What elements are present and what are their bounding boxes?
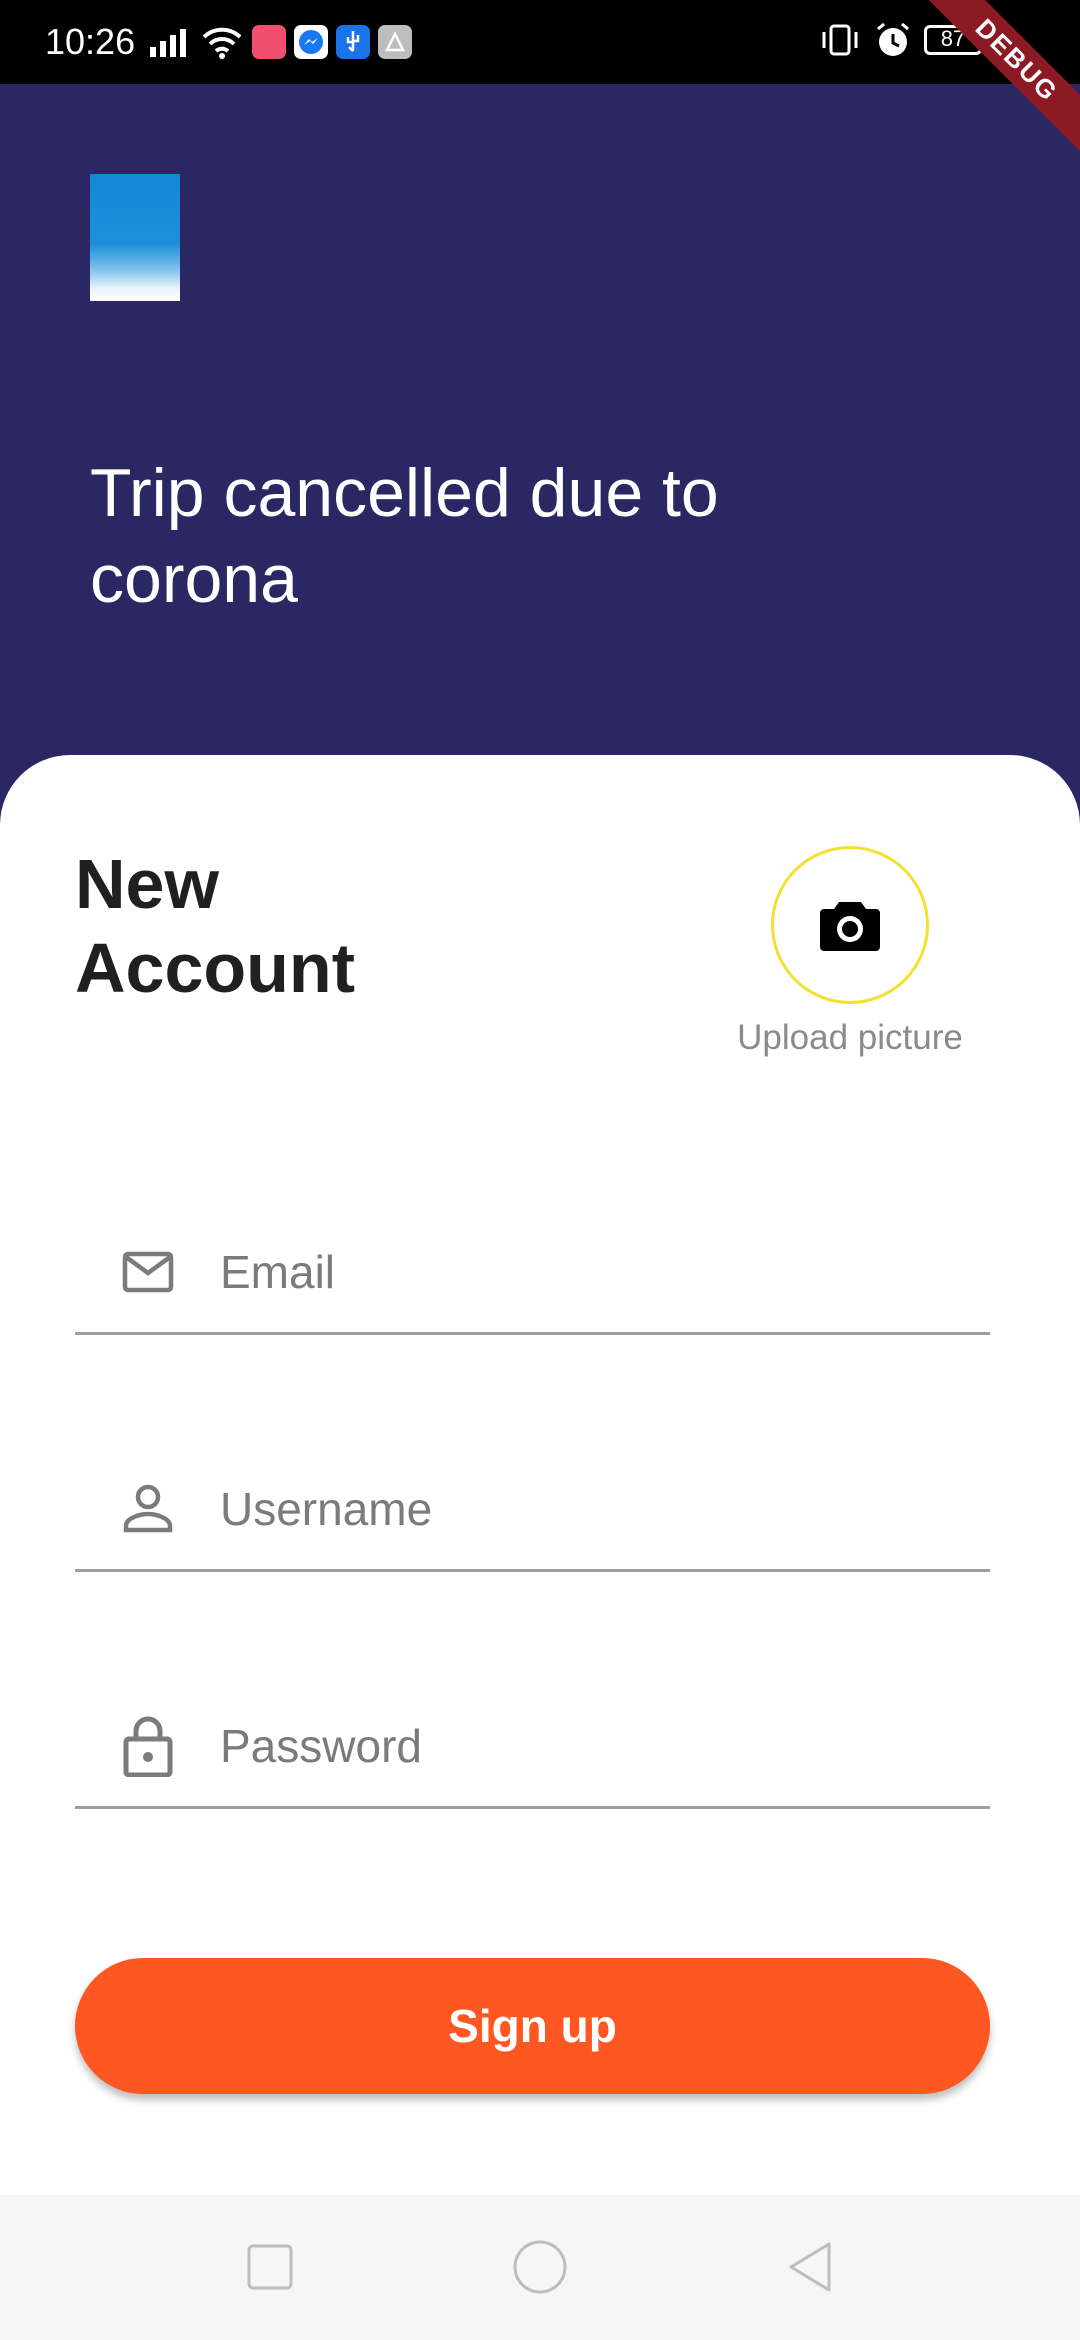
pink-app-notification-icon (252, 25, 286, 59)
vibrate-icon (822, 24, 858, 56)
signup-button[interactable]: Sign up (75, 1958, 990, 2094)
wifi-icon (202, 27, 242, 59)
card-title: New Account (75, 845, 355, 1007)
status-time: 10:26 (45, 21, 136, 62)
triangle-back-icon (789, 2242, 831, 2292)
square-icon (247, 2244, 293, 2290)
status-left-icons (148, 22, 412, 62)
password-input[interactable] (220, 1686, 980, 1806)
home-button[interactable] (510, 2237, 570, 2297)
header-title: Trip cancelled due to corona (90, 455, 719, 617)
mail-icon (120, 1212, 176, 1332)
email-field (75, 1212, 990, 1335)
status-bar: 10:26 87 (0, 0, 1080, 84)
circle-icon (513, 2240, 567, 2294)
password-field (75, 1686, 990, 1809)
upload-picture-button[interactable] (771, 846, 929, 1004)
alarm-icon (877, 22, 909, 56)
messenger-notification-icon (294, 25, 328, 59)
recents-button[interactable] (240, 2237, 300, 2297)
person-icon (120, 1449, 176, 1569)
navigation-bar (0, 2195, 1080, 2340)
username-input[interactable] (220, 1449, 980, 1569)
upload-picture-label: Upload picture (737, 1018, 963, 1057)
gallery-notification-icon (378, 25, 412, 59)
signal-icon (150, 29, 186, 57)
usb-notification-icon (336, 25, 370, 59)
back-button[interactable] (780, 2237, 840, 2297)
lock-icon (120, 1686, 176, 1806)
email-input[interactable] (220, 1212, 980, 1332)
sky-image-thumbnail (90, 174, 180, 301)
username-field (75, 1449, 990, 1572)
camera-icon (820, 902, 880, 951)
